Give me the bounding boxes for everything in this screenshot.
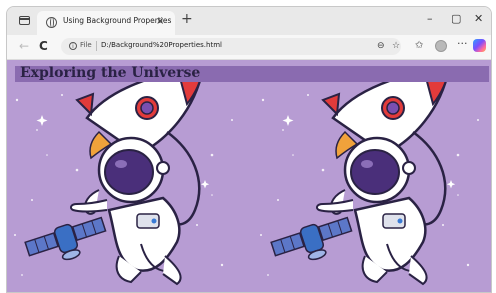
copilot-icon[interactable] [473, 39, 486, 52]
file-label: File [80, 41, 92, 49]
window-icon[interactable] [19, 16, 30, 25]
profile-avatar[interactable] [435, 40, 447, 52]
address-bar[interactable]: i File D:/Background%20Properties.html ⊖… [61, 38, 401, 55]
maximize-button[interactable]: ▢ [451, 13, 461, 25]
info-icon[interactable]: i [69, 42, 77, 50]
page-viewport: Exploring the Universe [7, 60, 491, 292]
favorites-bar-icon[interactable]: ✩ [415, 40, 423, 52]
address-divider [96, 41, 97, 51]
page-heading: Exploring the Universe [20, 65, 201, 81]
url-text[interactable]: D:/Background%20Properties.html [101, 41, 222, 49]
back-button[interactable]: ← [19, 40, 29, 52]
close-window-button[interactable]: ✕ [474, 13, 483, 25]
more-icon[interactable]: ··· [457, 38, 468, 50]
favorite-icon[interactable]: ☆ [392, 40, 400, 52]
tab-active[interactable]: Using Background Properties × [37, 11, 175, 35]
close-tab-icon[interactable]: × [156, 16, 164, 27]
browser-toolbar: ← C i File D:/Background%20Properties.ht… [7, 35, 491, 60]
new-tab-button[interactable]: + [181, 12, 193, 26]
page-favicon [46, 17, 57, 28]
refresh-button[interactable]: C [39, 40, 48, 52]
browser-window: Using Background Properties × + – ▢ ✕ ← … [6, 6, 492, 293]
minimize-button[interactable]: – [427, 13, 433, 25]
tab-bar: Using Background Properties × + – ▢ ✕ [7, 7, 491, 35]
zoom-icon[interactable]: ⊖ [377, 40, 385, 52]
space-background [12, 66, 481, 286]
